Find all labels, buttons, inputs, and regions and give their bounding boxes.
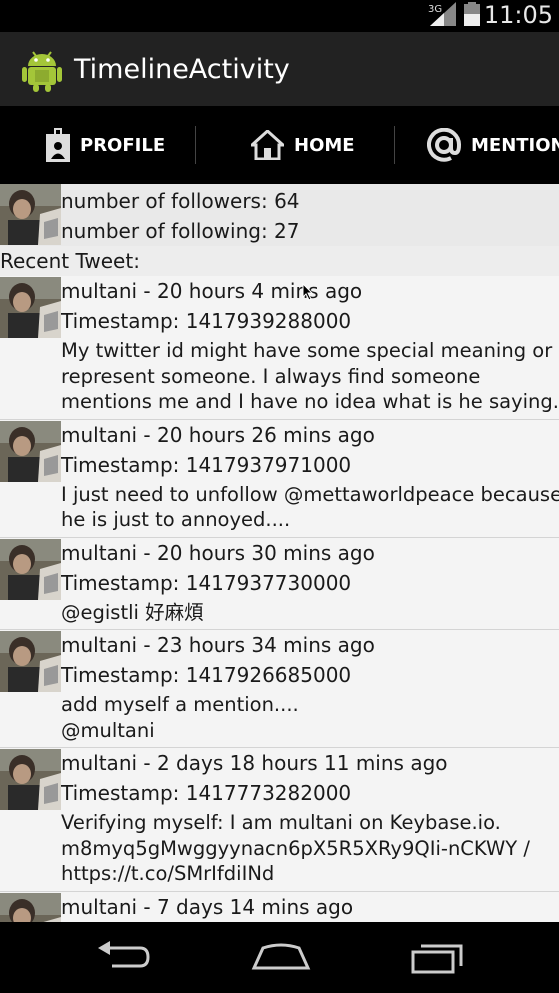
- recent-tweet-label: Recent Tweet:: [0, 246, 559, 276]
- avatar-image: [0, 631, 61, 692]
- system-nav-bar: [0, 922, 559, 993]
- tweet-avatar[interactable]: [0, 420, 61, 482]
- tweet-item[interactable]: multani - 23 hours 34 mins ago Timestamp…: [0, 630, 559, 748]
- tab-divider: [394, 126, 395, 164]
- profile-avatar[interactable]: [0, 184, 61, 245]
- tweet-header: multani - 7 days 14 mins ago: [61, 894, 354, 919]
- tweet-list: multani - 20 hours 4 mins ago Timestamp:…: [0, 276, 559, 922]
- tab-profile-label: PROFILE: [80, 134, 166, 156]
- home-icon: [251, 130, 284, 160]
- mouse-cursor-icon: [302, 283, 314, 301]
- tweet-item[interactable]: multani - 20 hours 30 mins ago Timestamp…: [0, 537, 559, 630]
- signal-battery-icons: 3G: [428, 2, 480, 26]
- following-count: number of following: 27: [61, 219, 300, 243]
- followers-count: number of followers: 64: [61, 189, 300, 213]
- avatar-image: [0, 892, 61, 922]
- avatar-image: [0, 538, 61, 600]
- tweet-header: multani - 2 days 18 hours 11 mins ago: [61, 751, 448, 775]
- tweet-header: multani - 20 hours 30 mins ago: [61, 540, 375, 565]
- tab-home[interactable]: HOME: [251, 106, 355, 184]
- timeline-content[interactable]: number of followers: 64 number of follow…: [0, 184, 559, 922]
- profile-header: number of followers: 64 number of follow…: [0, 184, 559, 246]
- tweet-timestamp: Timestamp: 1417773282000: [61, 781, 352, 805]
- tweet-timestamp: Timestamp: 1417937730000: [61, 570, 352, 595]
- tab-bar: PROFILE HOME MENTIONS: [0, 106, 559, 184]
- tweet-text: Verifying myself: I am multani on Keybas…: [61, 811, 530, 885]
- tweet-timestamp: Timestamp: 1417939288000: [61, 309, 352, 333]
- tweet-text: My twitter id might have some special me…: [61, 339, 559, 413]
- avatar-image: [0, 277, 61, 338]
- tab-profile[interactable]: PROFILE: [46, 106, 165, 184]
- tweet-avatar[interactable]: [0, 631, 61, 692]
- tweet-avatar[interactable]: [0, 538, 61, 600]
- tweet-header: multani - 20 hours 26 mins ago: [61, 422, 375, 447]
- tweet-timestamp: Timestamp: 1417926685000: [61, 663, 352, 687]
- tweet-header: multani - 23 hours 34 mins ago: [61, 633, 375, 657]
- recent-apps-icon[interactable]: [411, 940, 467, 974]
- status-time: 11:05: [483, 1, 553, 29]
- tweet-item[interactable]: multani - 20 hours 26 mins ago Timestamp…: [0, 419, 559, 538]
- network-type: 3G: [428, 4, 442, 15]
- app-title: TimelineActivity: [74, 54, 290, 85]
- tweet-item[interactable]: multani - 20 hours 4 mins ago Timestamp:…: [0, 276, 559, 420]
- android-app-icon: [22, 51, 62, 92]
- tweet-avatar[interactable]: [0, 277, 61, 338]
- tweet-text: @egistli 好麻煩: [61, 600, 204, 624]
- tweet-text: add myself a mention.... @multani: [61, 693, 299, 742]
- tweet-header: multani - 20 hours 4 mins ago: [61, 279, 363, 303]
- profile-icon: [46, 128, 70, 162]
- tweet-avatar[interactable]: [0, 892, 61, 922]
- avatar-image: [0, 749, 61, 810]
- tweet-item[interactable]: multani - 2 days 18 hours 11 mins ago Ti…: [0, 748, 559, 892]
- tweet-timestamp: Timestamp: 1417937971000: [61, 452, 352, 477]
- tweet-item[interactable]: multani - 7 days 14 mins ago: [0, 891, 559, 922]
- tab-home-label: HOME: [294, 134, 355, 156]
- at-icon: [427, 128, 461, 162]
- tweet-text: I just need to unfollow @mettaworldpeace…: [61, 482, 559, 532]
- tweet-avatar[interactable]: [0, 749, 61, 810]
- home-nav-icon[interactable]: [251, 940, 311, 974]
- tab-mentions-label: MENTIONS: [471, 134, 559, 156]
- avatar-image: [0, 420, 61, 482]
- tab-mentions[interactable]: MENTIONS: [427, 106, 559, 184]
- tab-divider: [195, 126, 196, 164]
- back-icon[interactable]: [96, 940, 152, 974]
- action-bar: TimelineActivity: [0, 32, 559, 106]
- status-bar: 3G 11:05: [0, 0, 559, 32]
- avatar-image: [0, 184, 61, 245]
